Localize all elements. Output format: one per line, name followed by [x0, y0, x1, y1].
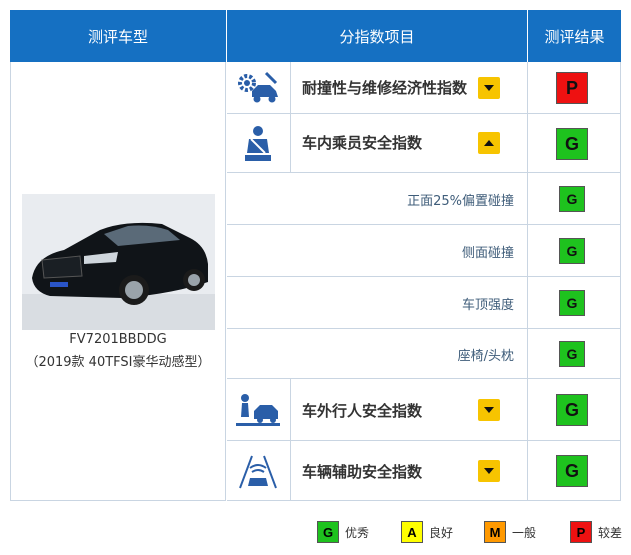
header-results: 测评结果	[528, 10, 621, 62]
row-5-label: 车顶强度	[461, 298, 514, 313]
legend-good: G 优秀	[317, 519, 369, 545]
lane-assist-car-icon	[226, 446, 290, 498]
pedestrian-car-icon	[226, 384, 290, 436]
rating-badge-row-1: P	[556, 72, 588, 104]
legend-text-p: 较差	[598, 525, 623, 540]
legend-text-m: 一般	[512, 525, 537, 540]
header-items: 分指数项目	[227, 10, 527, 62]
header-model: 测评车型	[10, 10, 226, 62]
expand-toggle-row-1[interactable]	[478, 77, 500, 99]
rating-badge-row-7: G	[556, 394, 588, 426]
expand-toggle-row-8[interactable]	[478, 460, 500, 482]
rating-badge-row-8: G	[556, 455, 588, 487]
legend-poor: P 较差	[570, 519, 622, 545]
gear-car-repair-icon	[226, 62, 290, 114]
vehicle-photo	[22, 194, 215, 330]
row-1-label: 耐撞性与维修经济性指数	[302, 79, 468, 97]
chevron-down-icon	[484, 85, 494, 91]
vehicle-description: （2019款 40TFSI豪华动感型）	[25, 355, 211, 370]
row-6-label: 座椅/头枕	[457, 349, 514, 364]
legend-badge-m: M	[484, 521, 506, 543]
legend-acceptable: A 良好	[401, 519, 453, 545]
rating-badge-row-2: G	[556, 128, 588, 160]
rating-badge-row-6: G	[559, 341, 585, 367]
chevron-up-icon	[484, 140, 494, 146]
legend-badge-g: G	[317, 521, 339, 543]
row-2-label: 车内乘员安全指数	[302, 134, 423, 152]
seated-occupant-seatbelt-icon	[226, 118, 290, 170]
row-8-label: 车辆辅助安全指数	[302, 463, 423, 481]
legend-text-a: 良好	[429, 525, 454, 540]
vehicle-code: FV7201BBDDG	[69, 332, 167, 347]
expand-toggle-row-7[interactable]	[478, 399, 500, 421]
legend-badge-a: A	[401, 521, 423, 543]
rating-badge-row-4: G	[559, 238, 585, 264]
legend-badge-p: P	[570, 521, 592, 543]
rating-badge-row-3: G	[559, 186, 585, 212]
legend-text-g: 优秀	[345, 525, 370, 540]
row-4-label: 侧面碰撞	[461, 246, 514, 261]
row-3-label: 正面25%偏置碰撞	[407, 194, 514, 209]
row-7-label: 车外行人安全指数	[302, 402, 423, 420]
chevron-down-icon	[484, 407, 494, 413]
collapse-toggle-row-2[interactable]	[478, 132, 500, 154]
rating-table: 测评车型 分指数项目 测评结果 FV7201BBDDG （2019款 40TFS…	[10, 10, 621, 501]
chevron-down-icon	[484, 468, 494, 474]
legend-marginal: M 一般	[484, 519, 536, 545]
rating-badge-row-5: G	[559, 290, 585, 316]
